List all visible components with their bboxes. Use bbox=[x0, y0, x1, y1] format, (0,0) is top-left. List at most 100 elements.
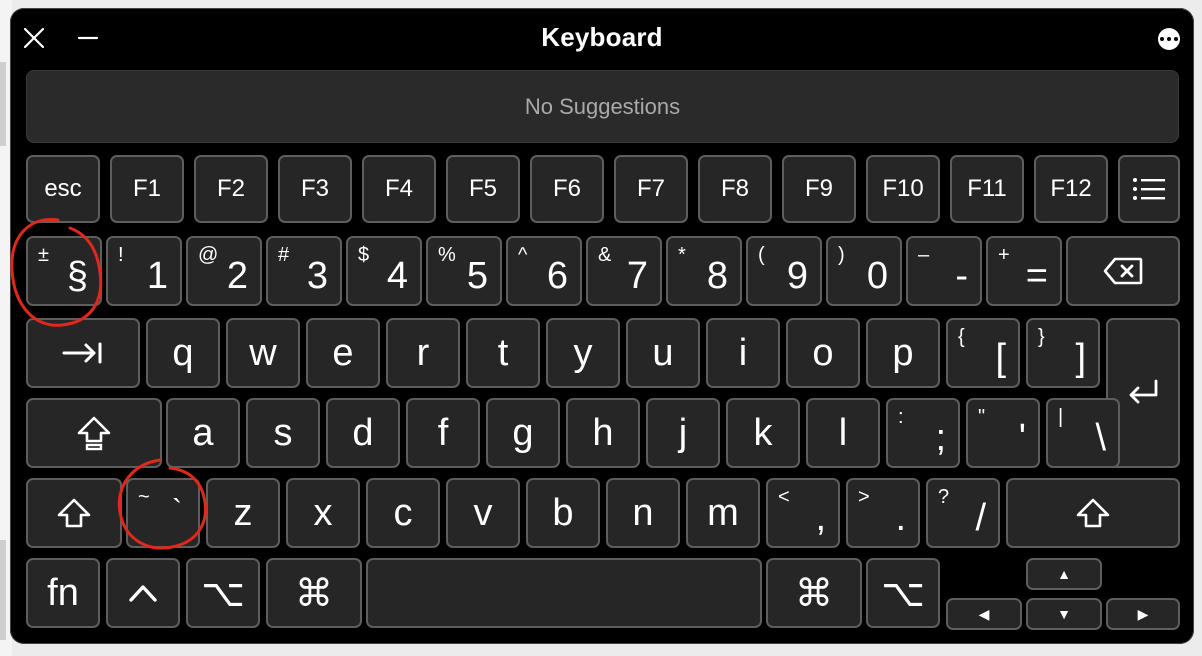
delete-icon bbox=[1068, 238, 1178, 304]
key-label: F1 bbox=[132, 175, 161, 202]
key-left-shift[interactable] bbox=[26, 478, 122, 548]
key-o[interactable]: o bbox=[786, 318, 860, 388]
key-w[interactable]: w bbox=[226, 318, 300, 388]
key-menu[interactable] bbox=[1118, 155, 1180, 223]
command-icon: ⌘ bbox=[795, 572, 833, 615]
key-f9[interactable]: F9 bbox=[782, 155, 856, 223]
key-f1[interactable]: F1 bbox=[110, 155, 184, 223]
key-equals[interactable]: + = bbox=[986, 236, 1062, 306]
more-icon[interactable] bbox=[1158, 28, 1180, 50]
key-shift-label: ) bbox=[838, 244, 845, 266]
key-v[interactable]: v bbox=[446, 478, 520, 548]
key-label: F4 bbox=[384, 175, 413, 202]
key-option-right[interactable]: ⌥ bbox=[866, 558, 940, 628]
key-2[interactable]: @ 2 bbox=[186, 236, 262, 306]
key-f10[interactable]: F10 bbox=[866, 155, 940, 223]
key-space[interactable] bbox=[366, 558, 762, 628]
shift-icon bbox=[28, 480, 120, 546]
key-main-label: 9 bbox=[786, 255, 808, 297]
key-p[interactable]: p bbox=[866, 318, 940, 388]
key-arrow-up[interactable]: ▲ bbox=[1026, 558, 1102, 590]
key-section[interactable]: ± § bbox=[26, 236, 102, 306]
key-tab[interactable] bbox=[26, 318, 140, 388]
key-left-bracket[interactable]: { [ bbox=[946, 318, 1020, 388]
key-x[interactable]: x bbox=[286, 478, 360, 548]
key-t[interactable]: t bbox=[466, 318, 540, 388]
key-9[interactable]: ( 9 bbox=[746, 236, 822, 306]
key-n[interactable]: n bbox=[606, 478, 680, 548]
key-j[interactable]: j bbox=[646, 398, 720, 468]
key-esc[interactable]: esc bbox=[26, 155, 100, 223]
key-d[interactable]: d bbox=[326, 398, 400, 468]
key-period[interactable]: > . bbox=[846, 478, 920, 548]
key-k[interactable]: k bbox=[726, 398, 800, 468]
key-r[interactable]: r bbox=[386, 318, 460, 388]
key-arrow-right[interactable]: ▶ bbox=[1106, 598, 1180, 630]
key-right-bracket[interactable]: } ] bbox=[1026, 318, 1100, 388]
key-main-label: . bbox=[895, 497, 906, 539]
key-1[interactable]: ! 1 bbox=[106, 236, 182, 306]
key-caps-lock[interactable] bbox=[26, 398, 162, 468]
key-semicolon[interactable]: : ; bbox=[886, 398, 960, 468]
key-command-right[interactable]: ⌘ bbox=[766, 558, 862, 628]
key-0[interactable]: ) 0 bbox=[826, 236, 902, 306]
key-f7[interactable]: F7 bbox=[614, 155, 688, 223]
key-f2[interactable]: F2 bbox=[194, 155, 268, 223]
key-e[interactable]: e bbox=[306, 318, 380, 388]
key-g[interactable]: g bbox=[486, 398, 560, 468]
key-label: h bbox=[592, 411, 614, 454]
key-y[interactable]: y bbox=[546, 318, 620, 388]
key-control[interactable] bbox=[106, 558, 180, 628]
key-f[interactable]: f bbox=[406, 398, 480, 468]
key-h[interactable]: h bbox=[566, 398, 640, 468]
key-c[interactable]: c bbox=[366, 478, 440, 548]
key-m[interactable]: m bbox=[686, 478, 760, 548]
key-arrow-down[interactable]: ▼ bbox=[1026, 598, 1102, 630]
key-main-label: 8 bbox=[706, 255, 728, 297]
key-7[interactable]: & 7 bbox=[586, 236, 662, 306]
key-delete[interactable] bbox=[1066, 236, 1180, 306]
key-right-shift[interactable] bbox=[1006, 478, 1180, 548]
key-l[interactable]: l bbox=[806, 398, 880, 468]
key-q[interactable]: q bbox=[146, 318, 220, 388]
key-label: w bbox=[249, 331, 277, 374]
key-f6[interactable]: F6 bbox=[530, 155, 604, 223]
key-f4[interactable]: F4 bbox=[362, 155, 436, 223]
key-s[interactable]: s bbox=[246, 398, 320, 468]
key-i[interactable]: i bbox=[706, 318, 780, 388]
key-label: f bbox=[437, 411, 449, 454]
key-main-label: ` bbox=[172, 494, 182, 527]
key-fn[interactable]: fn bbox=[26, 558, 100, 628]
key-f5[interactable]: F5 bbox=[446, 155, 520, 223]
key-comma[interactable]: < , bbox=[766, 478, 840, 548]
key-f3[interactable]: F3 bbox=[278, 155, 352, 223]
key-slash[interactable]: ? / bbox=[926, 478, 1000, 548]
key-f8[interactable]: F8 bbox=[698, 155, 772, 223]
key-3[interactable]: # 3 bbox=[266, 236, 342, 306]
key-u[interactable]: u bbox=[626, 318, 700, 388]
key-label: v bbox=[473, 491, 493, 534]
key-4[interactable]: $ 4 bbox=[346, 236, 422, 306]
key-label: F8 bbox=[720, 175, 749, 202]
key-shift-label: ^ bbox=[518, 244, 528, 266]
key-6[interactable]: ^ 6 bbox=[506, 236, 582, 306]
key-quote[interactable]: " ' bbox=[966, 398, 1040, 468]
key-b[interactable]: b bbox=[526, 478, 600, 548]
key-label: t bbox=[497, 331, 509, 374]
key-label: F10 bbox=[882, 175, 924, 202]
key-backslash[interactable]: | \ bbox=[1046, 398, 1120, 468]
key-shift-label: % bbox=[438, 244, 456, 266]
key-5[interactable]: % 5 bbox=[426, 236, 502, 306]
key-f12[interactable]: F12 bbox=[1034, 155, 1108, 223]
title-bar: Keyboard bbox=[10, 8, 1194, 68]
key-f11[interactable]: F11 bbox=[950, 155, 1024, 223]
key-minus[interactable]: – - bbox=[906, 236, 982, 306]
key-grave[interactable]: ~ ` bbox=[126, 478, 200, 548]
key-8[interactable]: * 8 bbox=[666, 236, 742, 306]
key-a[interactable]: a bbox=[166, 398, 240, 468]
key-option-left[interactable]: ⌥ bbox=[186, 558, 260, 628]
key-z[interactable]: z bbox=[206, 478, 280, 548]
key-arrow-left[interactable]: ◀ bbox=[946, 598, 1022, 630]
key-command-left[interactable]: ⌘ bbox=[266, 558, 362, 628]
option-icon: ⌥ bbox=[201, 572, 245, 615]
